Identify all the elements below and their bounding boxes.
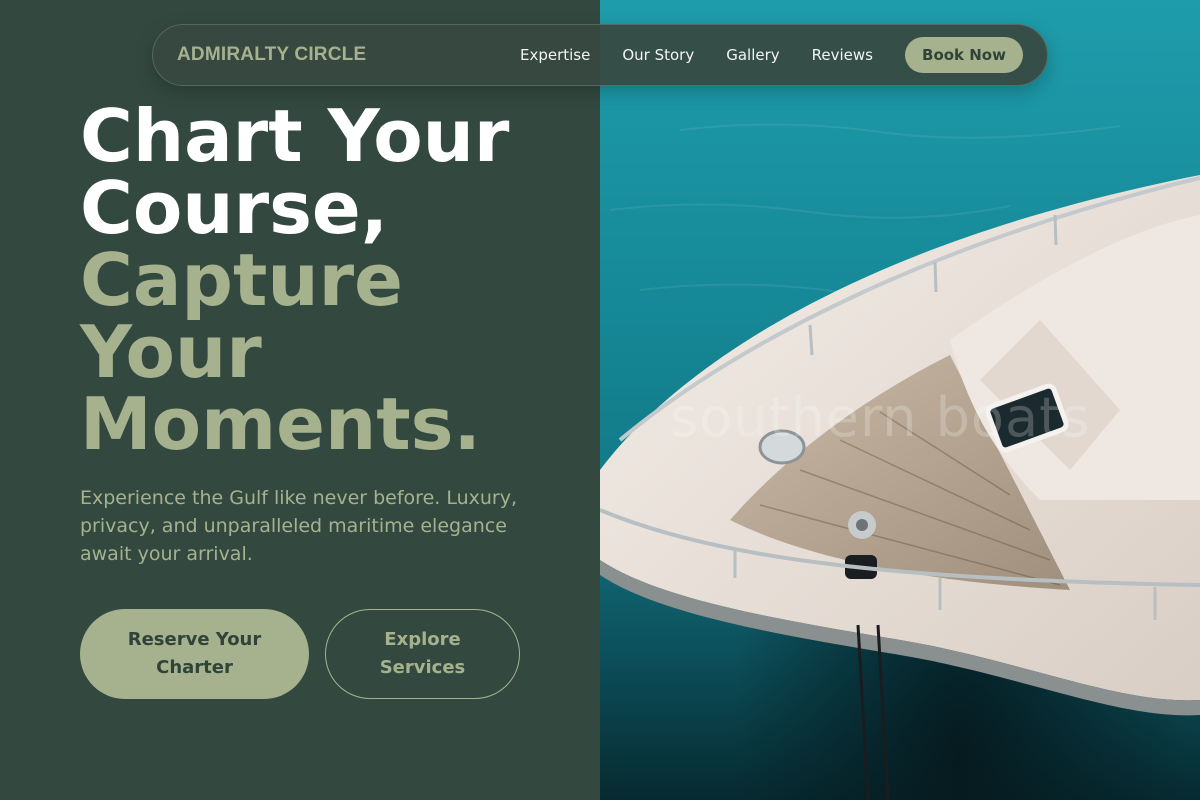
- headline-accent-line: Capture: [80, 238, 403, 322]
- nav-link-reviews[interactable]: Reviews: [812, 46, 873, 64]
- headline-accent-line: Your: [80, 310, 262, 394]
- nav-links: Expertise Our Story Gallery Reviews Book…: [520, 37, 1023, 73]
- brand-logo[interactable]: ADMIRALTY CIRCLE: [177, 44, 366, 66]
- nav-link-gallery[interactable]: Gallery: [726, 46, 779, 64]
- explore-services-button[interactable]: Explore Services: [325, 609, 520, 699]
- headline-line: Chart Your: [80, 94, 510, 178]
- hero-headline: Chart Your Course, Capture Your Moments.: [80, 100, 580, 460]
- image-watermark: southern boats: [670, 386, 1091, 449]
- top-navbar: ADMIRALTY CIRCLE Expertise Our Story Gal…: [152, 24, 1048, 86]
- hero-subtitle: Experience the Gulf like never before. L…: [80, 487, 518, 565]
- reserve-charter-button[interactable]: Reserve Your Charter: [80, 609, 309, 699]
- nav-link-our-story[interactable]: Our Story: [622, 46, 694, 64]
- hero-yacht-image: southern boats: [600, 0, 1200, 800]
- headline-accent-line: Moments.: [80, 382, 481, 466]
- headline-line: Course,: [80, 166, 389, 250]
- nav-link-expertise[interactable]: Expertise: [520, 46, 590, 64]
- book-now-button[interactable]: Book Now: [905, 37, 1023, 73]
